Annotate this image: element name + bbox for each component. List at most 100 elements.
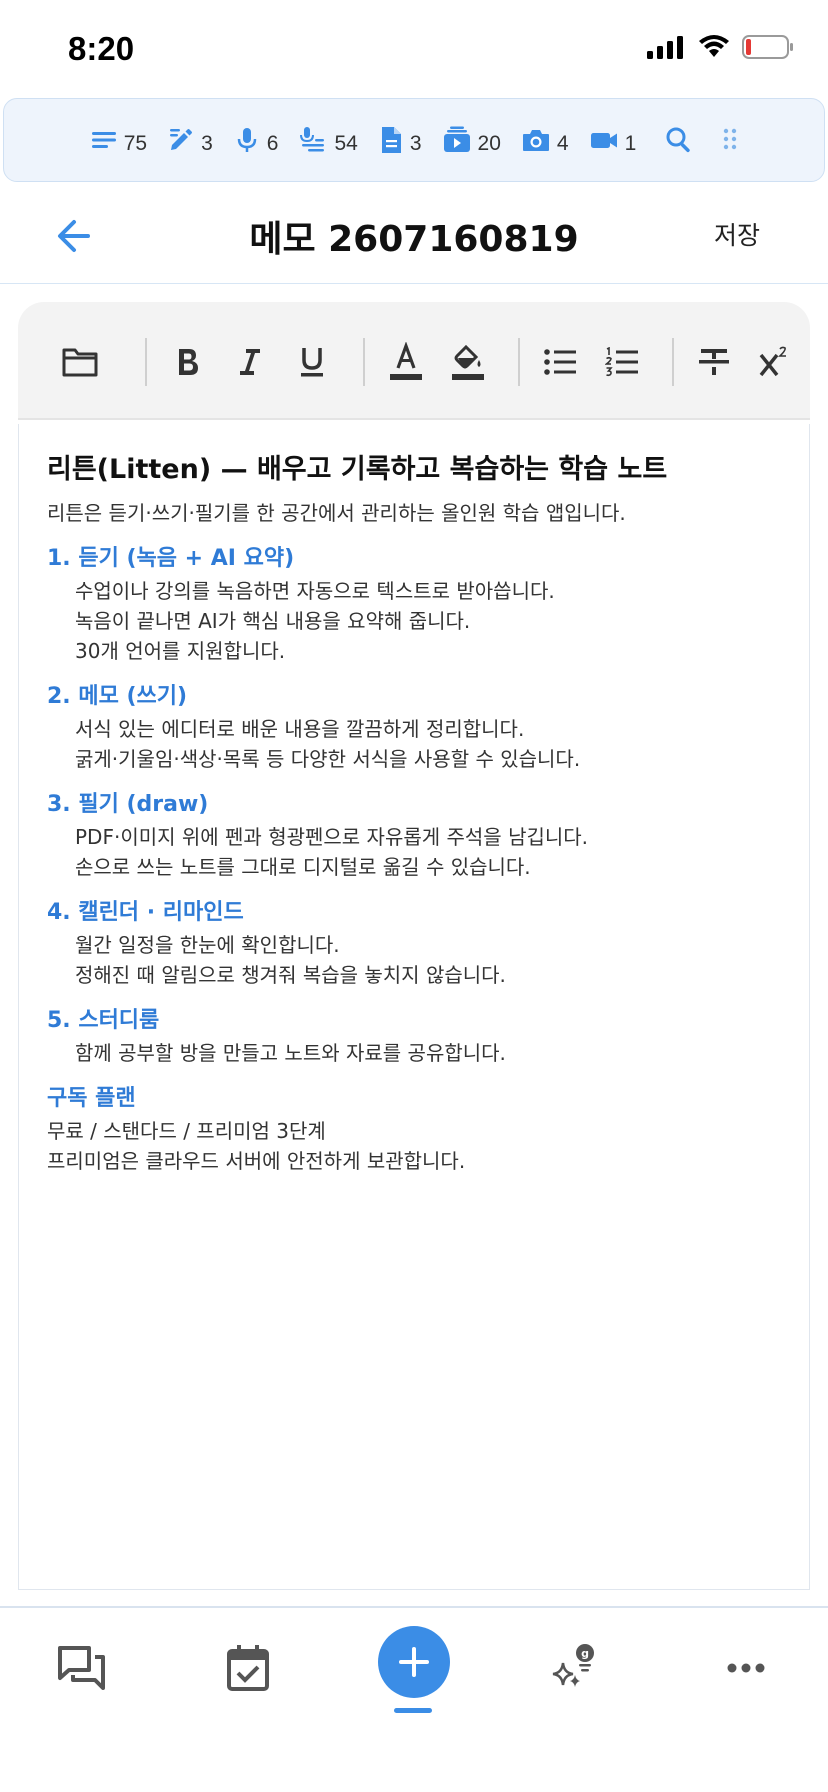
highlight-color-button[interactable]	[446, 340, 490, 384]
section-line: 월간 일정을 한눈에 확인합니다.	[75, 933, 340, 957]
memo-editor[interactable]: 리튼(Litten) — 배우고 기록하고 복습하는 학습 노트 리튼은 듣기·…	[18, 424, 810, 1590]
drag-handle-icon	[724, 128, 737, 150]
section-plan: 구독 플랜 무료 / 스탠다드 / 프리미엄 3단계 프리미엄은 클라우드 서버…	[47, 1082, 781, 1176]
page-title: 메모 2607160819	[249, 219, 579, 260]
status-time: 8:20	[68, 30, 135, 67]
section-line: PDF·이미지 위에 펜과 형광펜으로 자유롭게 주석을 남깁니다.	[75, 825, 589, 849]
counter-value: 1	[624, 132, 637, 155]
svg-text:g: g	[581, 1647, 589, 1660]
save-button[interactable]: 저장	[714, 216, 760, 252]
bold-icon	[179, 349, 198, 375]
numbered-list-icon	[605, 347, 638, 377]
section-memo: 2. 메모 (쓰기) 서식 있는 에디터로 배운 내용을 깔끔하게 정리합니다.…	[47, 680, 781, 774]
nav-chat[interactable]	[52, 1638, 112, 1698]
active-tab-indicator	[394, 1708, 432, 1713]
voice-transcript-icon	[300, 127, 325, 152]
edit-pen-icon	[170, 129, 193, 150]
memo-header: 메모 2607160819 저장	[0, 186, 828, 284]
text-color-button[interactable]	[384, 340, 428, 384]
section-line: 손으로 쓰는 노트를 그대로 디지털로 옮길 수 있습니다.	[75, 855, 531, 879]
counter-recordings[interactable]: 6	[233, 124, 279, 156]
document-title: 리튼(Litten) — 배우고 기록하고 복습하는 학습 노트	[47, 454, 668, 485]
counter-edits[interactable]: 3	[167, 124, 213, 156]
underline-button[interactable]	[290, 340, 334, 384]
italic-icon	[240, 349, 260, 375]
text-lines-icon	[91, 132, 116, 148]
section-line: 함께 공부할 방을 만들고 노트와 자료를 공유합니다.	[75, 1041, 506, 1065]
plan-line: 무료 / 스탠다드 / 프리미엄 3단계	[47, 1119, 326, 1143]
section-heading: 3. 필기 (draw)	[47, 792, 209, 817]
toolbar-divider	[518, 338, 520, 386]
section-heading: 2. 메모 (쓰기)	[47, 684, 188, 709]
nav-more[interactable]	[716, 1638, 776, 1698]
ai-sparkle-icon: g	[552, 1644, 594, 1687]
camera-icon	[522, 130, 549, 151]
search-button[interactable]	[664, 125, 694, 155]
strikethrough-button[interactable]	[692, 340, 736, 384]
chat-icon	[58, 1646, 105, 1690]
nav-calendar[interactable]	[218, 1638, 278, 1698]
folder-icon	[62, 348, 98, 377]
counter-value: 54	[334, 132, 358, 155]
counter-photos[interactable]: 4	[521, 124, 569, 156]
italic-button[interactable]	[228, 340, 272, 384]
drag-handle[interactable]	[722, 127, 738, 153]
toolbar-divider	[363, 338, 365, 386]
section-studyroom: 5. 스터디룸 함께 공부할 방을 만들고 노트와 자료를 공유합니다.	[47, 1004, 781, 1068]
section-line: 정해진 때 알림으로 챙겨줘 복습을 놓치지 않습니다.	[75, 963, 506, 987]
microphone-icon	[237, 128, 257, 152]
section-listen: 1. 듣기 (녹음 + AI 요약) 수업이나 강의를 녹음하면 자동으로 텍스…	[47, 542, 781, 666]
bottom-navigation: g	[0, 1606, 828, 1792]
bulleted-list-icon	[544, 349, 576, 375]
counter-text-notes[interactable]: 75	[90, 124, 147, 156]
counter-value: 75	[123, 132, 148, 155]
video-camera-icon	[590, 133, 617, 148]
more-icon	[727, 1663, 765, 1673]
wifi-icon	[699, 35, 729, 57]
section-line: 굵게·기울임·색상·목록 등 다양한 서식을 사용할 수 있습니다.	[75, 747, 581, 771]
document-intro: 리튼은 듣기·쓰기·필기를 한 공간에서 관리하는 올인원 학습 앱입니다.	[47, 501, 626, 525]
counter-videos[interactable]: 20	[442, 124, 501, 156]
superscript-button[interactable]	[758, 340, 798, 384]
editor-toolbar	[18, 302, 810, 420]
numbered-list-button[interactable]	[600, 340, 644, 384]
section-heading: 5. 스터디룸	[47, 1008, 160, 1033]
counter-value: 6	[266, 132, 279, 155]
counter-value: 3	[409, 132, 422, 155]
video-library-icon	[443, 126, 470, 152]
battery-icon	[742, 35, 793, 59]
cellular-signal-icon	[647, 36, 683, 59]
section-heading: 4. 캘린더 · 리마인드	[47, 900, 244, 925]
add-button[interactable]	[378, 1626, 450, 1698]
toolbar-divider	[672, 338, 674, 386]
section-line: 수업이나 강의를 녹음하면 자동으로 텍스트로 받아씁니다.	[75, 579, 555, 603]
counter-transcripts[interactable]: 54	[298, 124, 358, 156]
strikethrough-icon	[699, 349, 729, 375]
bold-button[interactable]	[166, 340, 210, 384]
status-bar: 8:20	[0, 0, 828, 96]
add-icon	[399, 1647, 429, 1677]
section-calendar: 4. 캘린더 · 리마인드 월간 일정을 한눈에 확인합니다. 정해진 때 알림…	[47, 896, 781, 990]
counter-value: 20	[477, 132, 501, 155]
folder-button[interactable]	[58, 340, 102, 384]
toolbar-divider	[145, 338, 147, 386]
plan-line: 프리미엄은 클라우드 서버에 안전하게 보관합니다.	[47, 1149, 466, 1173]
section-line: 30개 언어를 지원합니다.	[75, 639, 286, 663]
counter-value: 3	[201, 132, 213, 155]
counter-video-recordings[interactable]: 1	[589, 124, 637, 156]
search-icon	[666, 127, 690, 153]
section-line: 녹음이 끝나면 AI가 핵심 내용을 요약해 줍니다.	[75, 609, 471, 633]
section-draw: 3. 필기 (draw) PDF·이미지 위에 펜과 형광펜으로 자유롭게 주석…	[47, 788, 781, 882]
bulleted-list-button[interactable]	[538, 340, 582, 384]
text-color-icon	[390, 342, 422, 380]
section-heading: 1. 듣기 (녹음 + AI 요약)	[47, 546, 295, 571]
superscript-icon	[759, 346, 786, 377]
section-heading: 구독 플랜	[47, 1086, 136, 1111]
calendar-check-icon	[227, 1645, 269, 1691]
highlight-color-icon	[452, 344, 484, 380]
counter-value: 4	[556, 132, 569, 155]
counter-documents[interactable]: 3	[378, 124, 422, 156]
status-icons	[646, 34, 794, 60]
nav-ai[interactable]: g	[544, 1638, 604, 1698]
section-line: 서식 있는 에디터로 배운 내용을 깔끔하게 정리합니다.	[75, 717, 525, 741]
